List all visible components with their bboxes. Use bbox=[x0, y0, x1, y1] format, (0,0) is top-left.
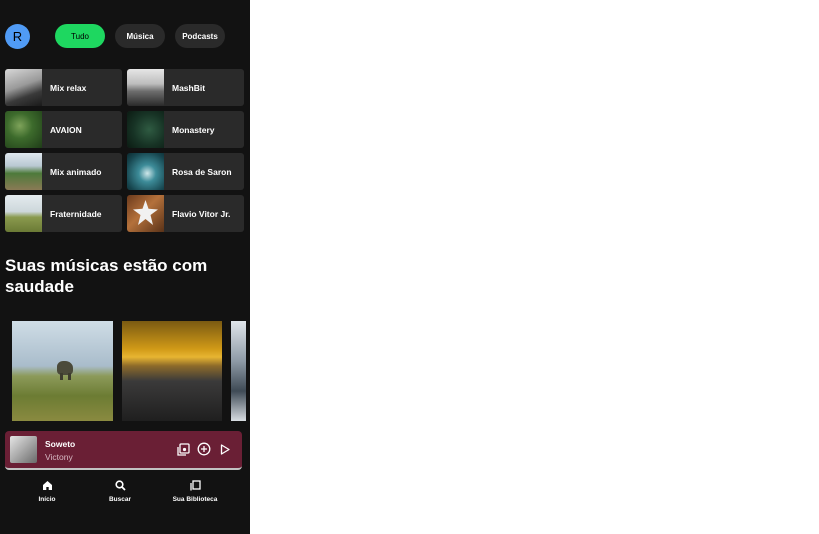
shortcut-tile[interactable]: Mix relax bbox=[5, 69, 122, 106]
now-playing-artist: Victony bbox=[45, 452, 73, 462]
playlist-cover-image bbox=[127, 69, 164, 106]
chip-tudo[interactable]: Tudo bbox=[55, 24, 105, 48]
playlist-cover-image bbox=[127, 111, 164, 148]
shortcut-tile[interactable]: MashBit bbox=[127, 69, 244, 106]
bottom-nav: Início Buscar Sua Biblioteca bbox=[0, 476, 250, 516]
now-playing-cover bbox=[10, 436, 37, 463]
shortcut-label: AVAION bbox=[50, 124, 82, 135]
section-title: Suas músicas estão com saudade bbox=[5, 256, 208, 296]
search-icon bbox=[114, 480, 126, 491]
playlist-cover-image bbox=[5, 69, 42, 106]
nav-search-label: Buscar bbox=[108, 496, 132, 503]
shortcut-tile[interactable]: AVAION bbox=[5, 111, 122, 148]
chip-podcasts[interactable]: Podcasts bbox=[175, 24, 225, 48]
shortcut-label: Fraternidade bbox=[50, 208, 102, 219]
mini-player[interactable]: Soweto Victony bbox=[5, 431, 242, 470]
shortcut-label: MashBit bbox=[172, 82, 206, 93]
playlist-cover-image bbox=[127, 195, 164, 232]
connect-device-icon[interactable] bbox=[175, 441, 191, 457]
now-playing-title: Soweto bbox=[45, 439, 76, 449]
album-card[interactable] bbox=[122, 321, 222, 421]
chip-musica[interactable]: Música bbox=[115, 24, 165, 48]
shortcut-label: Mix relax bbox=[50, 82, 87, 93]
home-icon bbox=[42, 481, 52, 490]
nav-library-label: Sua Biblioteca bbox=[172, 496, 218, 503]
shortcut-tile[interactable]: Mix animado bbox=[5, 153, 122, 190]
mobile-app: R Tudo Música Podcasts Mix relax MashBit… bbox=[0, 0, 250, 534]
playlist-cover-image bbox=[5, 195, 42, 232]
shortcut-tile[interactable]: Monastery bbox=[127, 111, 244, 148]
shortcut-label: Monastery bbox=[172, 124, 215, 135]
playlist-cover-image bbox=[5, 153, 42, 190]
elephant-leg bbox=[60, 373, 63, 380]
playlist-cover-image bbox=[127, 153, 164, 190]
shortcut-tile[interactable]: Flavio Vitor Jr. bbox=[127, 195, 244, 232]
nav-home[interactable]: Início bbox=[12, 480, 82, 503]
avatar[interactable]: R bbox=[5, 24, 30, 49]
add-icon[interactable] bbox=[196, 441, 212, 457]
library-icon bbox=[189, 480, 201, 491]
playlist-cover-image bbox=[5, 111, 42, 148]
shortcut-tile[interactable]: Fraternidade bbox=[5, 195, 122, 232]
shortcut-tile[interactable]: Rosa de Saron bbox=[127, 153, 244, 190]
shortcut-label: Rosa de Saron bbox=[172, 166, 232, 177]
shortcut-label: Flavio Vitor Jr. bbox=[172, 208, 231, 219]
nav-home-label: Início bbox=[38, 496, 56, 503]
star-icon bbox=[133, 200, 158, 225]
nav-library[interactable]: Sua Biblioteca bbox=[160, 480, 230, 503]
shortcut-grid: Mix relax MashBit AVAION Monastery Mix a… bbox=[5, 69, 245, 232]
nav-search[interactable]: Buscar bbox=[85, 480, 155, 503]
album-card[interactable] bbox=[12, 321, 113, 421]
shortcut-label: Mix animado bbox=[50, 166, 102, 177]
album-card[interactable] bbox=[231, 321, 246, 421]
elephant-leg bbox=[68, 373, 71, 380]
play-icon[interactable] bbox=[217, 441, 233, 457]
